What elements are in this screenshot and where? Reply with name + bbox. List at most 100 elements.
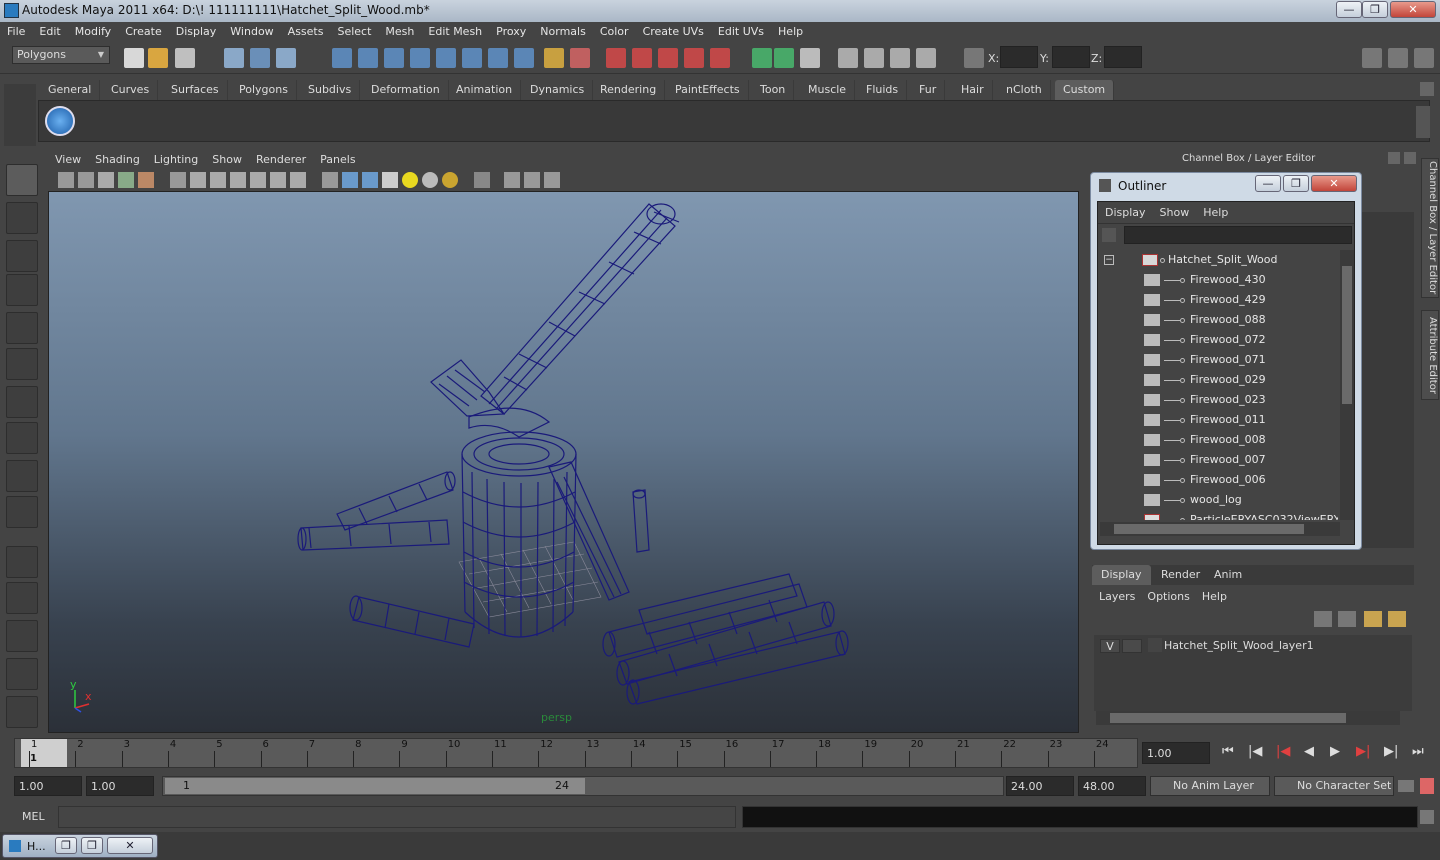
scrollbar-thumb[interactable] — [1342, 266, 1352, 404]
tab-toon[interactable]: Toon — [752, 80, 795, 100]
isolate-select-icon[interactable] — [474, 172, 490, 188]
outliner-close-button[interactable]: ✕ — [1311, 175, 1357, 192]
snap-point-icon[interactable] — [384, 48, 404, 68]
menu-select[interactable]: Select — [330, 22, 378, 42]
menu-edit-mesh[interactable]: Edit Mesh — [421, 22, 489, 42]
field-chart-icon[interactable] — [250, 172, 266, 188]
mode-selector[interactable]: Polygons ▼ — [12, 46, 110, 64]
play-backwards-icon[interactable]: ◀ — [1304, 744, 1314, 759]
outliner-item[interactable]: Firewood_429 — [1098, 290, 1338, 310]
transform-mode-icon[interactable] — [964, 48, 984, 68]
outliner-horizontal-scrollbar[interactable] — [1100, 522, 1340, 536]
tab-deformation[interactable]: Deformation — [363, 80, 449, 100]
batch-render-icon[interactable] — [916, 48, 936, 68]
lock-icon[interactable] — [544, 48, 564, 68]
outliner-minimize-button[interactable]: — — [1255, 175, 1281, 192]
tab-surfaces[interactable]: Surfaces — [163, 80, 228, 100]
script-editor-icon[interactable] — [1420, 810, 1434, 824]
outliner-item[interactable]: Firewood_008 — [1098, 430, 1338, 450]
xray-joints-icon[interactable] — [524, 172, 540, 188]
outliner-item[interactable]: Firewood_029 — [1098, 370, 1338, 390]
xray-components-icon[interactable] — [544, 172, 560, 188]
select-by-type-icon[interactable] — [570, 48, 590, 68]
resolution-gate-icon[interactable] — [210, 172, 226, 188]
filter-icon[interactable] — [1102, 228, 1116, 242]
tab-custom[interactable]: Custom — [1055, 80, 1115, 100]
viewport-menu-lighting[interactable]: Lighting — [147, 150, 205, 170]
viewport-menu-panels[interactable]: Panels — [313, 150, 362, 170]
maximize-button[interactable]: ❐ — [1362, 1, 1388, 18]
outliner-vertical-scrollbar[interactable] — [1340, 250, 1354, 520]
hypershade-icon[interactable] — [890, 48, 910, 68]
rename-icon[interactable] — [774, 48, 794, 68]
outliner-item[interactable]: Firewood_430 — [1098, 270, 1338, 290]
menu-create[interactable]: Create — [118, 22, 169, 42]
go-to-end-icon[interactable]: ⏭ — [1412, 744, 1424, 759]
tab-display-layers[interactable]: Display — [1092, 565, 1151, 585]
auto-key-icon[interactable] — [1398, 780, 1414, 792]
menu-help[interactable]: Help — [771, 22, 810, 42]
viewport-menu-view[interactable]: View — [48, 150, 88, 170]
camera-attributes-icon[interactable] — [78, 172, 94, 188]
trash-icon[interactable] — [1420, 82, 1434, 96]
step-back-key-icon[interactable]: |◀ — [1276, 744, 1290, 759]
show-manipulator-icon[interactable] — [6, 460, 38, 492]
open-scene-icon[interactable] — [148, 48, 168, 68]
go-to-start-icon[interactable]: ⏮ — [1222, 744, 1234, 759]
tab-rendering[interactable]: Rendering — [592, 80, 666, 100]
universal-manipulator-icon[interactable] — [6, 386, 38, 418]
layer-menu-layers[interactable]: Layers — [1092, 590, 1142, 603]
smooth-shade-icon[interactable] — [342, 172, 358, 188]
range-slider-handle[interactable]: 1 24 — [165, 778, 585, 794]
snap-grid-icon[interactable] — [332, 48, 352, 68]
z-field[interactable] — [1104, 46, 1142, 68]
viewport-menu-show[interactable]: Show — [205, 150, 249, 170]
four-view-layout-icon[interactable] — [6, 582, 38, 614]
render-view-icon[interactable] — [838, 48, 858, 68]
outliner-item[interactable]: Firewood_007 — [1098, 450, 1338, 470]
select-hierarchy-icon[interactable] — [224, 48, 244, 68]
tab-ncloth[interactable]: nCloth — [998, 80, 1051, 100]
tab-muscle[interactable]: Muscle — [800, 80, 856, 100]
close-button[interactable]: ✕ — [1390, 1, 1436, 18]
taskbar-maximize-button[interactable]: ❐ — [81, 837, 103, 854]
step-back-frame-icon[interactable]: |◀ — [1248, 744, 1262, 759]
last-tool-icon[interactable] — [6, 496, 38, 528]
tab-curves[interactable]: Curves — [103, 80, 159, 100]
select-object-icon[interactable] — [250, 48, 270, 68]
tab-fur[interactable]: Fur — [911, 80, 946, 100]
safe-action-icon[interactable] — [270, 172, 286, 188]
layer-color-swatch[interactable] — [1148, 638, 1162, 652]
taskbar-close-button[interactable]: ✕ — [107, 837, 153, 854]
float-panel-icon[interactable] — [1388, 152, 1400, 164]
safe-title-icon[interactable] — [290, 172, 306, 188]
outliner-item[interactable]: Firewood_023 — [1098, 390, 1338, 410]
scrollbar-thumb[interactable] — [1110, 713, 1346, 723]
tab-channel-box[interactable]: Channel Box / Layer Editor — [1421, 158, 1439, 298]
bookmarks-icon[interactable] — [98, 172, 114, 188]
mask-dynamics-icon[interactable] — [488, 48, 508, 68]
shadows-icon[interactable] — [422, 172, 438, 188]
render-frame-icon[interactable] — [658, 48, 678, 68]
select-tool-icon[interactable] — [6, 164, 38, 196]
help-query-icon[interactable] — [514, 48, 534, 68]
two-d-pan-zoom-icon[interactable] — [138, 172, 154, 188]
outliner-item[interactable]: Firewood_088 — [1098, 310, 1338, 330]
menu-display[interactable]: Display — [169, 22, 224, 42]
step-forward-frame-icon[interactable]: ▶| — [1384, 744, 1398, 759]
outliner-item[interactable]: Firewood_071 — [1098, 350, 1338, 370]
y-field[interactable] — [1052, 46, 1090, 68]
menu-edit[interactable]: Edit — [32, 22, 67, 42]
restore-button[interactable]: ❐ — [55, 837, 77, 854]
anim-layer-selector[interactable]: No Anim Layer — [1150, 776, 1270, 796]
menu-color[interactable]: Color — [593, 22, 636, 42]
wireframe-on-shaded-icon[interactable] — [362, 172, 378, 188]
snap-curve-icon[interactable] — [358, 48, 378, 68]
film-gate-icon[interactable] — [190, 172, 206, 188]
menu-create-uvs[interactable]: Create UVs — [636, 22, 711, 42]
layer-template-toggle[interactable] — [1122, 639, 1142, 653]
outliner-search-input[interactable] — [1124, 226, 1352, 244]
outliner-menu-help[interactable]: Help — [1196, 206, 1235, 219]
snap-plane-icon[interactable] — [410, 48, 430, 68]
construction-icon[interactable] — [632, 48, 652, 68]
